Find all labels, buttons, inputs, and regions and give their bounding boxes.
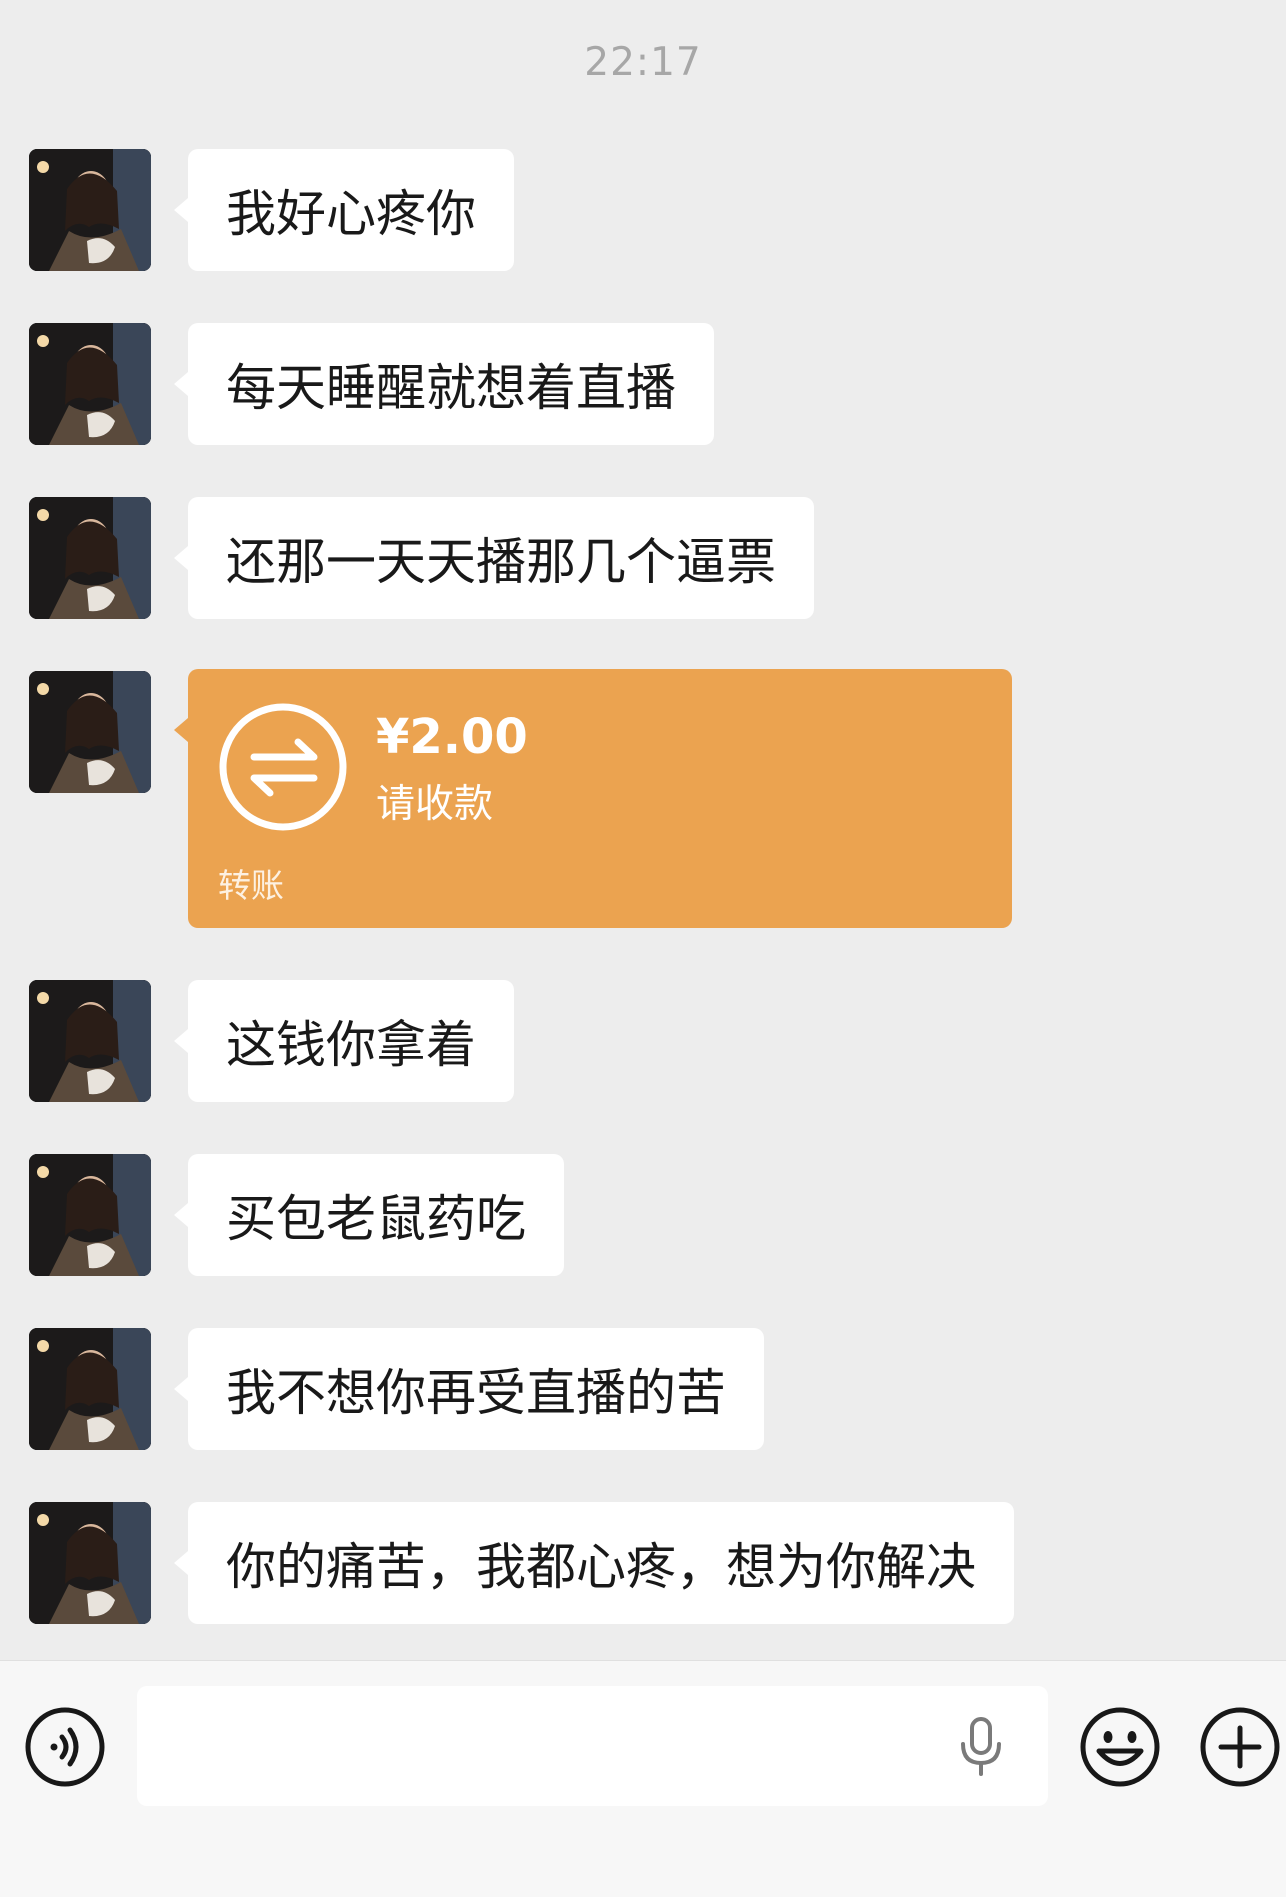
microphone-icon[interactable] (954, 1716, 1008, 1778)
message-text: 这钱你拿着 (226, 1016, 476, 1074)
message-bubble[interactable]: 我不想你再受直播的苦 (174, 1328, 764, 1450)
sender-avatar[interactable] (29, 149, 151, 271)
message-text: 还那一天天播那几个逼票 (226, 533, 776, 591)
sender-avatar[interactable] (29, 323, 151, 445)
transfer-status: 请收款 (376, 782, 494, 827)
chat-input-toolbar (0, 1660, 1286, 1897)
message-text: 买包老鼠药吃 (226, 1190, 526, 1248)
message-text: 你的痛苦，我都心疼，想为你解决 (226, 1538, 976, 1596)
avatar-image (29, 1502, 151, 1624)
avatar-image (29, 980, 151, 1102)
avatar-image (29, 1154, 151, 1276)
sender-avatar[interactable] (29, 1328, 151, 1450)
sender-avatar[interactable] (29, 497, 151, 619)
message-timestamp: 22:17 (584, 40, 702, 85)
avatar-image (29, 323, 151, 445)
transfer-card[interactable]: ¥2.00 请收款 转账 (174, 669, 1012, 928)
sender-avatar[interactable] (29, 1154, 151, 1276)
voice-icon[interactable] (24, 1706, 106, 1788)
sender-avatar[interactable] (29, 1502, 151, 1624)
chat-screen: 22:17 我好心疼你 每天睡醒就想着直播 还那一天天播那几个逼票 ¥2.00 … (0, 0, 1286, 1897)
transfer-amount: ¥2.00 (376, 709, 528, 765)
message-text: 我好心疼你 (226, 185, 476, 243)
message-text: 每天睡醒就想着直播 (226, 359, 676, 417)
avatar-image (29, 497, 151, 619)
message-bubble[interactable]: 每天睡醒就想着直播 (174, 323, 714, 445)
message-input[interactable] (137, 1686, 1048, 1806)
message-bubble[interactable]: 这钱你拿着 (174, 980, 514, 1102)
plus-icon[interactable] (1199, 1706, 1281, 1788)
avatar-image (29, 671, 151, 793)
message-bubble[interactable]: 还那一天天播那几个逼票 (174, 497, 814, 619)
message-bubble[interactable]: 你的痛苦，我都心疼，想为你解决 (174, 1502, 1014, 1624)
transfer-arrows-icon (218, 702, 348, 832)
message-text: 我不想你再受直播的苦 (226, 1364, 726, 1422)
message-bubble[interactable]: 买包老鼠药吃 (174, 1154, 564, 1276)
sender-avatar[interactable] (29, 980, 151, 1102)
avatar-image (29, 149, 151, 271)
transfer-label: 转账 (218, 866, 284, 905)
emoji-icon[interactable] (1079, 1706, 1161, 1788)
sender-avatar[interactable] (29, 671, 151, 793)
avatar-image (29, 1328, 151, 1450)
message-bubble[interactable]: 我好心疼你 (174, 149, 514, 271)
